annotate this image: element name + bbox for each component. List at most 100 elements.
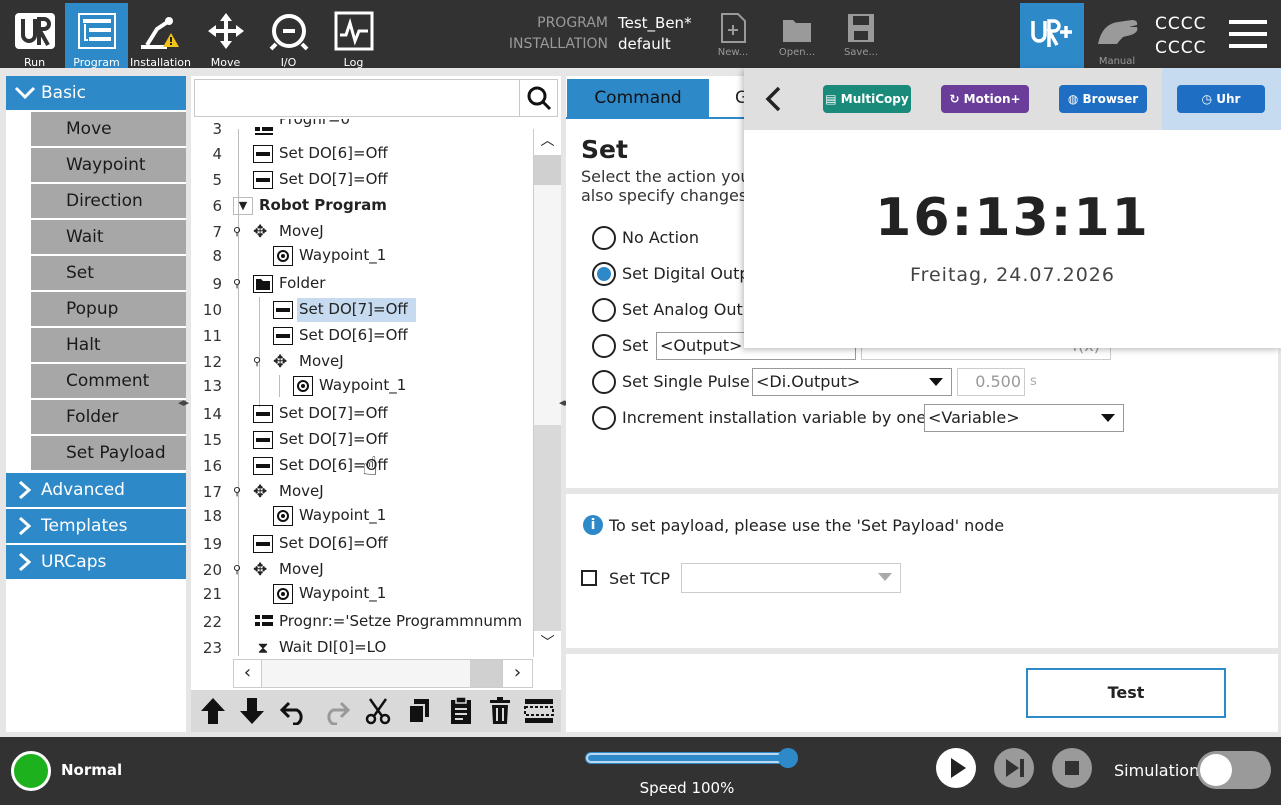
play-button[interactable] xyxy=(936,748,976,788)
tree-item[interactable]: Waypoint_1 xyxy=(299,584,386,602)
nav-io-label: I/O xyxy=(280,56,297,69)
category-basic[interactable]: Basic xyxy=(6,76,186,110)
tab-graphics[interactable]: G xyxy=(713,79,744,117)
simulation-toggle[interactable] xyxy=(1197,751,1271,789)
open-button[interactable]: Open... xyxy=(773,10,821,65)
variable-dropdown[interactable]: <Variable> xyxy=(924,404,1124,432)
command-wait[interactable]: Wait xyxy=(31,220,186,254)
set-tcp-checkbox[interactable] xyxy=(581,570,597,586)
copy-icon[interactable] xyxy=(407,697,431,725)
delete-icon[interactable] xyxy=(489,697,511,725)
command-set-payload[interactable]: Set Payload xyxy=(31,436,186,470)
step-button[interactable] xyxy=(994,748,1034,788)
radio-set-analog-output[interactable] xyxy=(592,298,616,322)
tree-item[interactable]: MoveJ xyxy=(279,482,324,500)
new-button[interactable]: New... xyxy=(709,10,757,65)
collapse-handle-left[interactable]: ◂▸ xyxy=(178,396,192,412)
category-urcaps[interactable]: URCaps xyxy=(6,545,186,579)
test-button[interactable]: Test xyxy=(1026,668,1226,718)
tree-item[interactable]: Waypoint_1 xyxy=(299,246,386,264)
category-advanced[interactable]: Advanced xyxy=(6,473,186,507)
uhr-button[interactable]: ◷ Uhr xyxy=(1177,85,1265,113)
radio-increment-variable[interactable] xyxy=(592,406,616,430)
tree-item-robot-program[interactable]: Robot Program xyxy=(259,196,387,214)
tree-item[interactable]: MoveJ xyxy=(299,352,344,370)
redo-icon[interactable] xyxy=(321,697,351,725)
hamburger-menu-icon[interactable] xyxy=(1229,20,1269,50)
tree-item[interactable]: Set DO[6]=Off xyxy=(279,144,388,162)
command-folder[interactable]: Folder xyxy=(31,400,186,434)
tree-item[interactable]: Set DO[7]=Off xyxy=(279,170,388,188)
collapse-triangle-icon[interactable]: ▼ xyxy=(233,197,253,215)
move-up-icon[interactable] xyxy=(199,696,227,726)
command-direction[interactable]: Direction xyxy=(31,184,186,218)
expand-pin-icon[interactable]: ⚲ xyxy=(233,277,245,291)
cut-icon[interactable] xyxy=(365,697,391,725)
radio-set-single-pulse[interactable] xyxy=(592,370,616,394)
speed-slider[interactable] xyxy=(585,748,798,768)
command-move[interactable]: Move xyxy=(31,112,186,146)
tree-item[interactable]: Waypoint_1 xyxy=(299,506,386,524)
nav-move[interactable]: Move xyxy=(194,3,257,69)
radio-no-action[interactable] xyxy=(592,226,616,250)
save-button[interactable]: Save... xyxy=(837,10,885,65)
motionplus-button[interactable]: ↻ Motion+ xyxy=(941,85,1029,113)
nav-log[interactable]: Log xyxy=(322,3,385,69)
scroll-down-icon[interactable]: ﹀ xyxy=(534,631,561,657)
tree-item[interactable]: Set DO[7]=Off xyxy=(279,404,388,422)
tree-search-input[interactable] xyxy=(194,79,520,117)
command-popup[interactable]: Popup xyxy=(31,292,186,326)
scroll-up-icon[interactable]: ︿ xyxy=(534,129,561,155)
tree-item[interactable]: Set DO[6]=Off xyxy=(279,534,388,552)
nav-io[interactable]: I/O xyxy=(257,3,320,69)
nav-installation[interactable]: Installation xyxy=(129,3,192,69)
undo-icon[interactable] xyxy=(279,697,309,725)
command-comment[interactable]: Comment xyxy=(31,364,186,398)
expand-pin-icon[interactable]: ⚲ xyxy=(233,485,245,499)
tree-item[interactable]: MoveJ xyxy=(279,560,324,578)
stop-button[interactable] xyxy=(1052,748,1092,788)
tree-item[interactable]: Set DO[7]=Off xyxy=(279,430,388,448)
expand-pin-icon[interactable]: ⚲ xyxy=(233,225,245,239)
robot-status-indicator[interactable] xyxy=(11,751,51,791)
search-button[interactable] xyxy=(520,79,558,117)
paste-icon[interactable] xyxy=(449,696,473,726)
scroll-thumb[interactable] xyxy=(534,155,561,185)
command-set[interactable]: Set xyxy=(31,256,186,290)
scroll-thumb-h[interactable] xyxy=(470,660,502,687)
pulse-duration-input[interactable]: 0.500 xyxy=(957,368,1025,396)
tree-item[interactable]: MoveJ xyxy=(279,222,324,240)
tree-horizontal-scrollbar[interactable]: ‹ › xyxy=(233,659,533,688)
suppress-icon[interactable] xyxy=(524,697,554,725)
command-halt[interactable]: Halt xyxy=(31,328,186,362)
tree-item[interactable]: Prognr:='Setze Programmnumm xyxy=(279,612,533,630)
nav-run[interactable]: Run xyxy=(3,3,66,69)
scroll-right-icon[interactable]: › xyxy=(502,660,532,687)
tab-command[interactable]: Command xyxy=(567,79,709,117)
tree-item[interactable]: Folder xyxy=(279,274,325,292)
speed-slider-knob[interactable] xyxy=(778,748,798,768)
move-down-icon[interactable] xyxy=(238,696,266,726)
category-templates[interactable]: Templates xyxy=(6,509,186,543)
manual-mode-button[interactable]: Manual xyxy=(1088,8,1146,68)
tree-item-prognr[interactable]: Prognr=0 xyxy=(279,119,350,129)
tree-item[interactable]: Wait DI[0]=LO xyxy=(279,638,386,656)
stop-icon xyxy=(1065,761,1079,775)
urcap-toolbar-button[interactable] xyxy=(1020,3,1084,68)
expand-pin-icon[interactable]: ⚲ xyxy=(233,563,245,577)
scroll-left-icon[interactable]: ‹ xyxy=(234,660,262,687)
nav-program[interactable]: Program xyxy=(65,3,128,69)
browser-button[interactable]: ◍ Browser xyxy=(1059,85,1147,113)
expand-pin-icon[interactable]: ⚲ xyxy=(253,355,265,369)
multicopy-button[interactable]: ▤ MultiCopy xyxy=(823,85,911,113)
tree-item-selected[interactable]: Set DO[7]=Off xyxy=(299,300,408,318)
pulse-output-dropdown[interactable]: <Di.Output> xyxy=(752,368,952,396)
back-arrow-icon[interactable] xyxy=(764,86,784,112)
tree-vertical-scrollbar[interactable]: ︿ ﹀ xyxy=(533,129,561,657)
tree-item[interactable]: Waypoint_1 xyxy=(319,376,406,394)
tcp-dropdown[interactable] xyxy=(681,563,901,593)
command-waypoint[interactable]: Waypoint xyxy=(31,148,186,182)
radio-set-digital-output[interactable] xyxy=(592,262,616,286)
radio-set-expression[interactable] xyxy=(592,334,616,358)
tree-item[interactable]: Set DO[6]=Off xyxy=(299,326,408,344)
